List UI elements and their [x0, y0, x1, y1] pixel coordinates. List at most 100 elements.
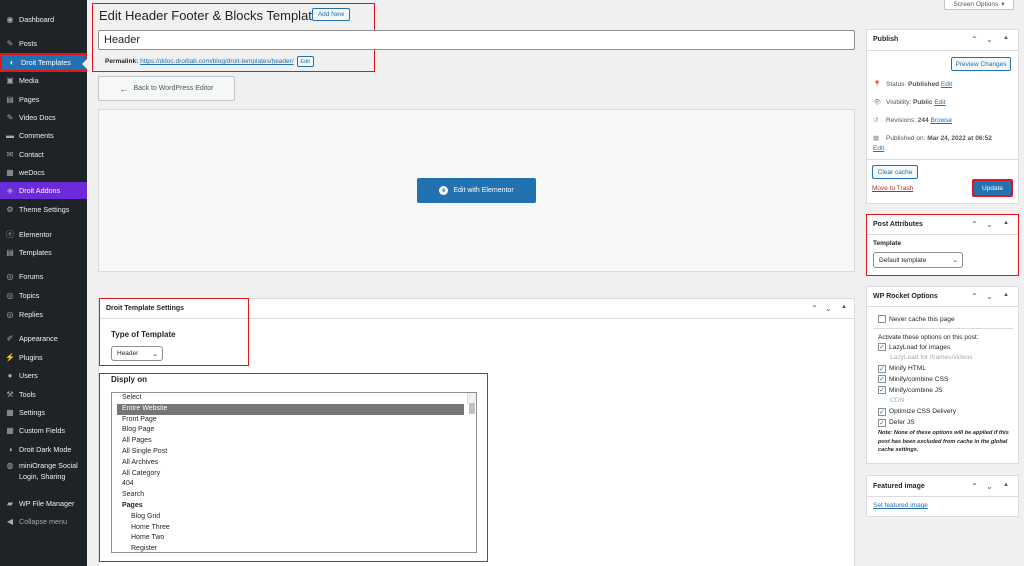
elementor-icon: e — [439, 186, 449, 195]
display-option[interactable]: Register — [117, 544, 476, 552]
scrollbar-thumb[interactable] — [469, 403, 475, 414]
sidebar-item-droit-addons[interactable]: ◈ Droit Addons — [0, 182, 87, 199]
add-new-button[interactable]: Add New — [312, 8, 350, 21]
never-cache-checkbox[interactable]: Never cache this page — [878, 315, 955, 323]
toggle-arrow-icon[interactable]: ▲ — [1003, 35, 1009, 41]
sidebar-item-replies[interactable]: ◎ Replies — [0, 306, 87, 323]
sidebar-item-droit-dark-mode[interactable]: ◑ Droit Dark Mode — [0, 441, 87, 458]
sidebar-item-settings[interactable]: ▦ Settings — [0, 404, 87, 421]
back-to-wordpress-editor-button[interactable]: ← Back to WordPress Editor — [98, 76, 235, 101]
display-option[interactable]: Entire Website — [117, 403, 464, 415]
sidebar-item-appearance[interactable]: ✐ Appearance — [0, 330, 87, 347]
wp-rocket-option[interactable]: ✓ Optimize CSS Delivery — [878, 407, 956, 416]
chevron-up-icon[interactable]: ⌃ — [971, 292, 978, 301]
wp-rocket-option[interactable]: ✓ Minify HTML — [878, 364, 926, 373]
checkbox[interactable]: ✓ — [878, 364, 886, 373]
sidebar-item-label: Comments — [19, 131, 54, 140]
publish-header-divider — [866, 50, 1019, 51]
wp-rocket-option[interactable]: ✓ Minify/combine CSS — [878, 375, 948, 384]
sidebar-item-custom-fields[interactable]: ▦ Custom Fields — [0, 422, 87, 439]
wp-rocket-option[interactable]: ✓ Defer JS — [878, 418, 915, 427]
sidebar-item-plugins[interactable]: ⚡ Plugins — [0, 349, 87, 366]
checkbox[interactable] — [878, 315, 886, 323]
display-option[interactable]: Select — [117, 393, 476, 404]
display-option[interactable]: All Pages — [117, 436, 476, 447]
sidebar-item-label: Elementor — [19, 230, 52, 239]
sidebar-item-topics[interactable]: ◎ Topics — [0, 287, 87, 304]
toggle-arrow-icon[interactable]: ▲ — [841, 304, 847, 310]
sidebar-item-pages[interactable]: ▤ Pages — [0, 91, 87, 108]
sidebar-item-wp-file-manager[interactable]: ▰ WP File Manager — [0, 495, 87, 512]
display-option[interactable]: All Archives — [117, 458, 476, 469]
sidebar-item-miniorange-social-login-sharing[interactable]: ◍ miniOrange Social Login, Sharing — [0, 458, 87, 484]
display-option[interactable]: Home Two — [117, 533, 476, 544]
sidebar-item-elementor[interactable]: ⓔ Elementor — [0, 226, 87, 243]
revisions-browse-link[interactable]: Browse — [930, 117, 952, 124]
toggle-arrow-icon[interactable]: ▲ — [1003, 482, 1009, 488]
sidebar-item-contact[interactable]: ✉ Contact — [0, 146, 87, 163]
sidebar-item-users[interactable]: ● Users — [0, 367, 87, 384]
chevron-up-icon[interactable]: ⌃ — [971, 482, 978, 491]
permalink-edit-button[interactable]: Edit — [296, 56, 314, 67]
preview-changes-button[interactable]: Preview Changes — [951, 57, 1011, 71]
permalink-link[interactable]: https://ddoc.droitlab.com/blog/droit-tem… — [140, 58, 294, 65]
chevron-down-icon[interactable]: ⌄ — [986, 220, 993, 229]
post-title-input[interactable]: Header — [98, 30, 855, 50]
wp-rocket-option[interactable]: ✓ LazyLoad for images — [878, 343, 950, 351]
chevron-down-icon[interactable]: ⌄ — [986, 482, 993, 491]
chevron-up-icon[interactable]: ⌃ — [971, 220, 978, 229]
template-type-select[interactable]: Header ⌄ — [111, 346, 163, 361]
featured-header-divider — [866, 496, 1019, 497]
checkbox[interactable]: ✓ — [878, 343, 886, 351]
display-option[interactable]: Search — [117, 490, 476, 501]
wp-rocket-option[interactable]: ✓ Minify/combine JS — [878, 386, 943, 395]
set-featured-image-link[interactable]: Set featured image — [873, 502, 928, 509]
display-option[interactable]: Blog Grid — [117, 512, 476, 523]
sidebar-item-theme-settings[interactable]: ⚙ Theme Settings — [0, 201, 87, 218]
listbox-scrollbar[interactable] — [467, 393, 476, 414]
chevron-up-icon[interactable]: ⌃ — [811, 304, 818, 313]
sidebar-item-posts[interactable]: ✎ Posts — [0, 35, 87, 52]
checkbox[interactable]: ✓ — [878, 407, 886, 416]
sidebar-item-label: miniOrange Social Login, Sharing — [19, 461, 78, 481]
sidebar-item-collapse-menu[interactable]: ◀ Collapse menu — [0, 513, 87, 530]
move-to-trash-link[interactable]: Move to Trash — [872, 185, 913, 192]
edit-with-elementor-button[interactable]: e Edit with Elementor — [417, 178, 536, 203]
sidebar-item-forums[interactable]: ◎ Forums — [0, 268, 87, 285]
update-button[interactable]: Update — [972, 179, 1013, 197]
type-of-template-label: Type of Template — [111, 330, 176, 339]
display-option[interactable]: Home Three — [117, 523, 476, 534]
chevron-down-icon[interactable]: ⌄ — [986, 35, 993, 44]
checkbox[interactable]: ✓ — [878, 375, 886, 384]
visibility-edit-link[interactable]: Edit — [934, 99, 945, 106]
sidebar-item-comments[interactable]: ▬ Comments — [0, 127, 87, 144]
display-option[interactable]: Blog Page — [117, 425, 476, 436]
checkbox[interactable]: ✓ — [878, 418, 886, 427]
sidebar-item-dashboard[interactable]: ◉ Dashboard — [0, 11, 87, 28]
sidebar-item-tools[interactable]: ⚒ Tools — [0, 386, 87, 403]
sidebar-item-wedocs[interactable]: ▦ weDocs — [0, 164, 87, 181]
display-option[interactable]: 404 — [117, 479, 476, 490]
chevron-down-icon[interactable]: ⌄ — [825, 304, 832, 313]
toggle-arrow-icon[interactable]: ▲ — [1003, 220, 1009, 226]
display-on-listbox[interactable]: Select Entire Website Front Page Blog Page A… — [111, 392, 477, 553]
eye-icon: 👁 — [873, 99, 882, 106]
clear-cache-button[interactable]: Clear cache — [872, 165, 918, 179]
sidebar-item-label: Replies — [19, 310, 43, 319]
display-option[interactable]: All Single Post — [117, 447, 476, 458]
display-option[interactable]: All Category — [117, 469, 476, 480]
sidebar-item-droit-templates[interactable]: ◐ Droit Templates — [0, 53, 87, 72]
toggle-arrow-icon[interactable]: ▲ — [1003, 292, 1009, 298]
sidebar-item-templates[interactable]: ▤ Templates — [0, 244, 87, 261]
chevron-down-icon[interactable]: ⌄ — [986, 292, 993, 301]
status-edit-link[interactable]: Edit — [941, 81, 952, 88]
chevron-up-icon[interactable]: ⌃ — [971, 35, 978, 44]
checkbox[interactable]: ✓ — [878, 386, 886, 395]
wp-rocket-option: LazyLoad for iframes/videos — [878, 354, 972, 361]
sidebar-item-media[interactable]: ▣ Media — [0, 72, 87, 89]
published-edit-link[interactable]: Edit — [873, 145, 884, 152]
sidebar-item-video-docs[interactable]: ✎ Video Docs — [0, 109, 87, 126]
screen-options-button[interactable]: Screen Options ▾ — [944, 0, 1014, 10]
page-template-select[interactable]: Default template ⌄ — [873, 252, 963, 268]
display-option[interactable]: Front Page — [117, 415, 476, 426]
